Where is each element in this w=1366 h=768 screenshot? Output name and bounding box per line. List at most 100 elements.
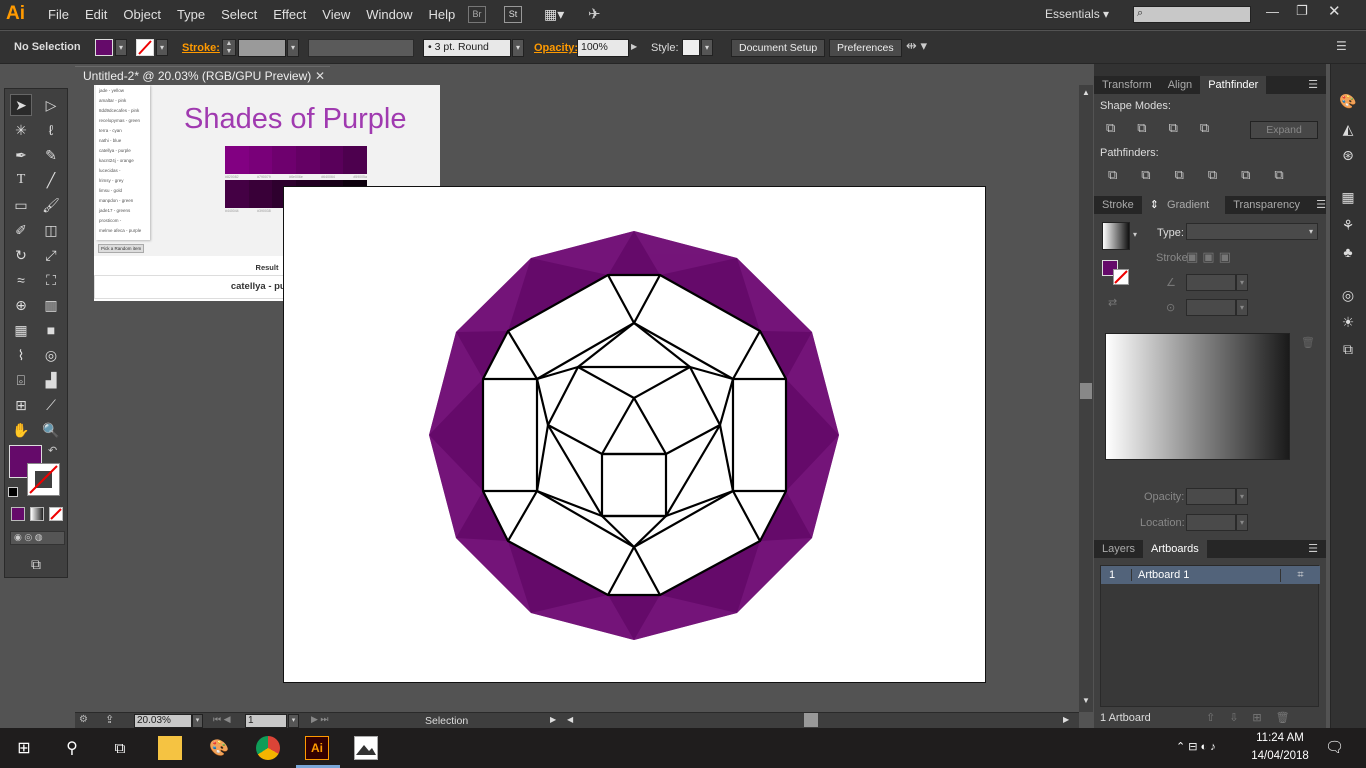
tab-layers[interactable]: Layers bbox=[1094, 540, 1143, 558]
fill-dropdown[interactable]: ▾ bbox=[115, 39, 127, 56]
free-transform-tool-icon[interactable]: ⛶ bbox=[40, 269, 62, 291]
stop-opacity-input[interactable] bbox=[1186, 488, 1236, 505]
slice-tool-icon[interactable]: ⟋ bbox=[40, 394, 62, 416]
reverse-gradient-icon[interactable]: ⇄ bbox=[1108, 296, 1117, 309]
tab-transform[interactable]: Transform bbox=[1094, 76, 1160, 94]
menu-edit[interactable]: Edit bbox=[77, 7, 115, 22]
rectangle-tool-icon[interactable]: ▭ bbox=[10, 194, 32, 216]
artboard-dropdown[interactable]: ▾ bbox=[288, 714, 299, 728]
appearance-icon[interactable]: ◎ bbox=[1337, 284, 1359, 306]
stop-location-dropdown[interactable]: ▾ bbox=[1236, 514, 1248, 531]
artboard-row-name[interactable]: Artboard 1 bbox=[1131, 569, 1280, 581]
direct-selection-tool-icon[interactable]: ▷ bbox=[40, 94, 62, 116]
gpu-icon[interactable]: ⚙ bbox=[79, 714, 88, 725]
stroke-indicator[interactable] bbox=[1113, 269, 1129, 285]
first-artboard-icon[interactable]: ⏮ ◀ bbox=[213, 714, 231, 725]
stroke-dropdown[interactable]: ▾ bbox=[156, 39, 168, 56]
variable-width-profile[interactable] bbox=[308, 39, 414, 57]
eraser-tool-icon[interactable]: ◫ bbox=[40, 219, 62, 241]
brushes-icon[interactable]: ⚘ bbox=[1337, 214, 1359, 236]
tab-transparency[interactable]: Transparency bbox=[1225, 196, 1308, 214]
stop-opacity-dropdown[interactable]: ▾ bbox=[1236, 488, 1248, 505]
rotate-tool-icon[interactable]: ↻ bbox=[10, 244, 32, 266]
swatches-icon[interactable]: ▦ bbox=[1337, 186, 1359, 208]
scroll-up-icon[interactable]: ▲ bbox=[1082, 88, 1090, 97]
scroll-left-icon[interactable]: ◀ bbox=[567, 715, 573, 724]
panel-menu-icon[interactable]: ☰ bbox=[1336, 39, 1347, 53]
chart-tool-icon[interactable]: ▥ bbox=[40, 294, 62, 316]
menu-window[interactable]: Window bbox=[358, 7, 420, 22]
paintbrush-tool-icon[interactable]: 🖌 bbox=[40, 194, 62, 216]
illustrator-taskbar-icon[interactable]: Ai bbox=[305, 736, 329, 760]
style-dropdown[interactable]: ▾ bbox=[701, 39, 713, 56]
type-tool-icon[interactable]: T bbox=[10, 169, 32, 191]
vertical-scroll-thumb[interactable] bbox=[1080, 383, 1092, 399]
pen-tool-icon[interactable]: ✒ bbox=[10, 144, 32, 166]
scale-tool-icon[interactable]: ⤢ bbox=[40, 244, 62, 266]
brush-dropdown[interactable]: ▾ bbox=[512, 39, 524, 57]
symbols-icon[interactable]: ♣ bbox=[1337, 241, 1359, 263]
stop-location-input[interactable] bbox=[1186, 514, 1236, 531]
magic-wand-tool-icon[interactable]: ✳ bbox=[10, 119, 32, 141]
minimize-button[interactable]: — bbox=[1266, 4, 1279, 19]
tray-date[interactable]: 14/04/2018 bbox=[1245, 750, 1315, 762]
stroke-weight-stepper[interactable]: ▲ ▼ bbox=[222, 39, 236, 56]
export-icon[interactable]: ⇪ bbox=[105, 713, 114, 726]
default-colors-icon[interactable] bbox=[8, 487, 18, 497]
opacity-arrow-icon[interactable]: ▶ bbox=[631, 42, 637, 51]
none-mode-button[interactable] bbox=[49, 507, 63, 521]
windows-start-icon[interactable]: ⊞ bbox=[12, 736, 36, 760]
color-panel-icon[interactable]: 🎨 bbox=[1337, 90, 1359, 112]
gradient-thumbnail-dropdown[interactable]: ▾ bbox=[1133, 230, 1137, 239]
aspect-dropdown[interactable]: ▾ bbox=[1236, 299, 1248, 316]
pathfinder-menu-icon[interactable]: ☰ bbox=[1300, 76, 1326, 94]
scroll-right-icon[interactable]: ▶ bbox=[1063, 715, 1069, 724]
artboard-footer-buttons[interactable]: ⇧⇩⊞🗑 bbox=[1206, 711, 1304, 724]
selection-tool-icon[interactable]: ➤ bbox=[10, 94, 32, 116]
gradient-mode-button[interactable] bbox=[30, 507, 44, 521]
angle-input[interactable] bbox=[1186, 274, 1236, 291]
color-guide-icon[interactable]: ◭ bbox=[1337, 118, 1359, 140]
tab-artboards[interactable]: Artboards bbox=[1143, 540, 1207, 558]
menu-file[interactable]: File bbox=[40, 7, 77, 22]
pathfinder-buttons[interactable]: ⧉⧉⧉⧉⧉⧉ bbox=[1108, 167, 1308, 183]
file-explorer-icon[interactable] bbox=[158, 736, 182, 760]
table-row[interactable]: 1 Artboard 1 ⌗ bbox=[1101, 566, 1320, 584]
artboard[interactable] bbox=[283, 186, 986, 683]
paint-app-icon[interactable]: 🎨 bbox=[207, 736, 231, 760]
tab-stroke[interactable]: Stroke bbox=[1094, 196, 1142, 214]
horizontal-scroll-thumb[interactable] bbox=[804, 713, 818, 727]
style-swatch[interactable] bbox=[682, 39, 700, 56]
artboard-tool-icon[interactable]: ⊞ bbox=[10, 394, 32, 416]
lasso-tool-icon[interactable]: ℓ bbox=[40, 119, 62, 141]
export-panel-icon[interactable]: ⧉ bbox=[1337, 338, 1359, 360]
menu-type[interactable]: Type bbox=[169, 7, 213, 22]
menu-view[interactable]: View bbox=[314, 7, 358, 22]
artboard-options-icon[interactable]: ⌗ bbox=[1280, 568, 1320, 582]
chrome-icon[interactable] bbox=[256, 736, 280, 760]
color-mode-button[interactable] bbox=[11, 507, 25, 521]
stroke-gradient-buttons[interactable]: ▣▣▣ bbox=[1186, 249, 1235, 265]
drawing-modes-icon[interactable]: ◉ ◎ ◍ bbox=[10, 531, 65, 545]
shape-builder-tool-icon[interactable]: ⊕ bbox=[10, 294, 32, 316]
menu-select[interactable]: Select bbox=[213, 7, 265, 22]
column-graph-tool-icon[interactable]: ▟ bbox=[40, 369, 62, 391]
cc-libraries-icon[interactable]: ⊛ bbox=[1337, 144, 1359, 166]
preferences-button[interactable]: Preferences bbox=[829, 39, 902, 57]
status-menu-arrow[interactable]: ▶ bbox=[550, 715, 556, 724]
menu-effect[interactable]: Effect bbox=[265, 7, 314, 22]
menu-object[interactable]: Object bbox=[115, 7, 169, 22]
arrange-icon[interactable]: ⇹ ▾ bbox=[906, 38, 927, 54]
dodecagon-artwork[interactable] bbox=[284, 187, 987, 684]
shape-mode-buttons[interactable]: ⧉⧉⧉⧉ bbox=[1106, 120, 1231, 136]
notifications-icon[interactable]: 🗨 bbox=[1325, 738, 1344, 756]
opacity-input[interactable]: 100% bbox=[577, 39, 629, 57]
workspace-switcher[interactable]: Essentials ▾ bbox=[1045, 7, 1109, 21]
tab-pathfinder[interactable]: Pathfinder bbox=[1200, 76, 1267, 94]
fill-swatch[interactable] bbox=[95, 39, 113, 56]
tab-align[interactable]: Align bbox=[1160, 76, 1200, 94]
screen-mode-icon[interactable]: ⧉ bbox=[25, 553, 47, 575]
aspect-input[interactable] bbox=[1186, 299, 1236, 316]
width-tool-icon[interactable]: ≈ bbox=[10, 269, 32, 291]
gradient-tool-icon[interactable]: ■ bbox=[40, 319, 62, 341]
